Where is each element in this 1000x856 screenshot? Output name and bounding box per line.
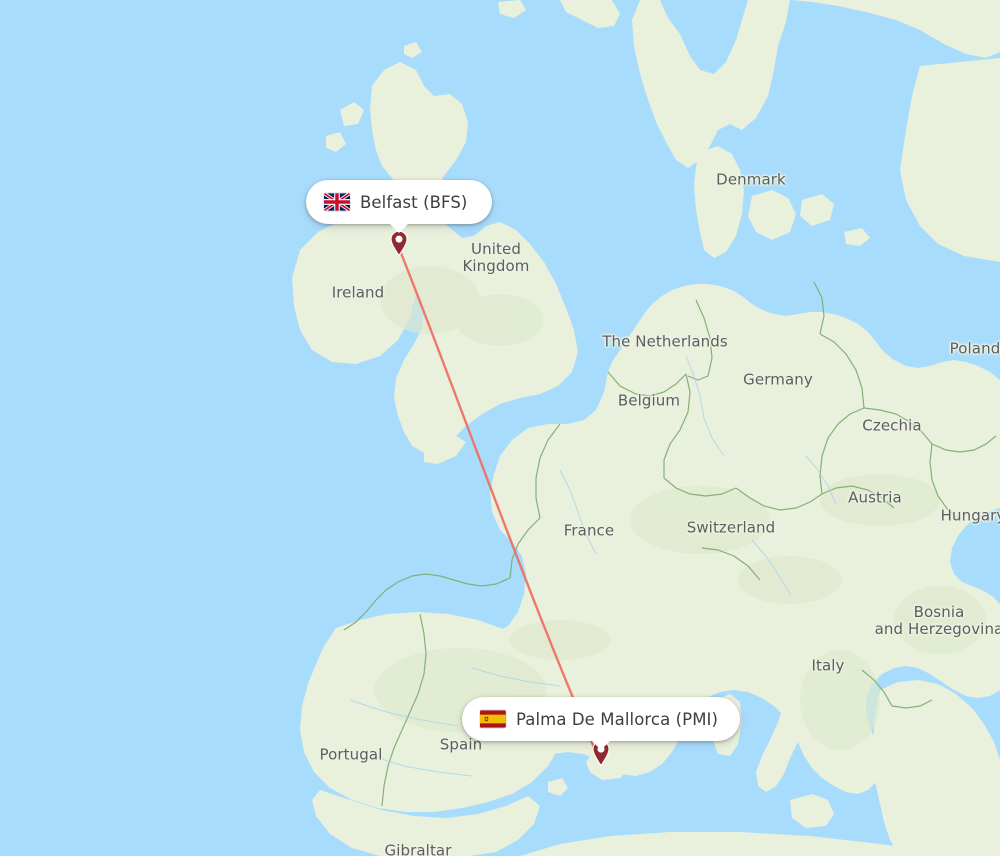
airport-label-bfs: Belfast (BFS) — [360, 192, 468, 212]
uk-flag-icon — [324, 193, 350, 211]
airport-callout-pmi[interactable]: Palma De Mallorca (PMI) — [461, 697, 741, 750]
airport-callout-bfs[interactable]: Belfast (BFS) — [306, 180, 492, 233]
flight-route-map[interactable]: Denmark Poland Ireland United Kingdom The Ne… — [0, 0, 1000, 856]
spain-flag-icon — [479, 710, 506, 728]
airport-marker-bfs[interactable] — [389, 230, 409, 257]
airport-label-pmi: Palma De Mallorca (PMI) — [515, 709, 719, 729]
